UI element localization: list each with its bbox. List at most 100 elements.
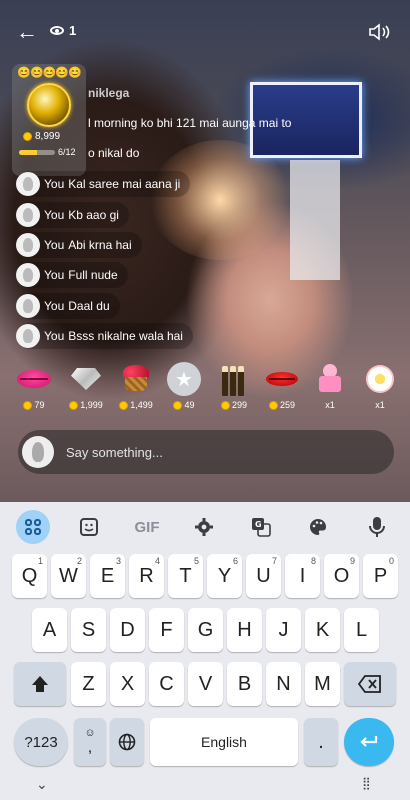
comment-input[interactable]: Say something...: [18, 430, 394, 474]
key-o[interactable]: O9: [324, 554, 359, 598]
gift-diamond[interactable]: 1,999: [64, 362, 108, 418]
coin-icon: [268, 400, 278, 410]
avatar: [22, 436, 54, 468]
gift-level-card[interactable]: 😊😊😊😊😊 8,999 6/12: [12, 64, 86, 176]
shift-key[interactable]: [14, 662, 66, 706]
chat-user: You: [44, 268, 65, 282]
chat-user: You: [44, 329, 65, 343]
key-c[interactable]: C: [149, 662, 184, 706]
chat-text: Kal saree mai aana ji: [68, 177, 181, 191]
back-arrow-icon[interactable]: ←: [16, 21, 38, 43]
key-v[interactable]: V: [188, 662, 223, 706]
chat-text: Bsss nikalne wala hai: [68, 329, 183, 343]
keyboard-toolbar: GIF G: [0, 510, 410, 544]
avatar[interactable]: [16, 203, 40, 227]
gift-price: x1: [375, 400, 385, 410]
chat-text: o nikal do: [88, 146, 140, 160]
key-l[interactable]: L: [344, 608, 379, 652]
gift-price: 1,499: [130, 400, 153, 410]
gear-icon[interactable]: [187, 510, 221, 544]
coin-icon: [119, 400, 129, 410]
avatar[interactable]: [16, 263, 40, 287]
gift-flower[interactable]: x1: [358, 362, 402, 418]
live-stream-video[interactable]: ← 1 😊😊😊😊😊 8,999 6/12 niklega l morning k…: [0, 0, 410, 502]
coin-icon: [173, 400, 183, 410]
key-b[interactable]: B: [227, 662, 262, 706]
avatar[interactable]: [16, 172, 40, 196]
chat-message: o nikal do: [88, 140, 149, 166]
chat-text: Kb aao gi: [68, 208, 119, 222]
flower-gift-icon: [366, 365, 394, 393]
chevron-down-icon[interactable]: ⌄: [36, 776, 48, 793]
key-s[interactable]: S: [71, 608, 106, 652]
avatar[interactable]: [16, 294, 40, 318]
microphone-icon[interactable]: [360, 510, 394, 544]
gif-button[interactable]: GIF: [130, 510, 164, 544]
translate-icon[interactable]: G: [244, 510, 278, 544]
gift-champagne[interactable]: 299: [212, 362, 256, 418]
key-h[interactable]: H: [227, 608, 262, 652]
coin-icon: [220, 400, 230, 410]
grid-menu-icon[interactable]: [16, 510, 50, 544]
chat-message: You Kal saree mai aana ji: [16, 171, 191, 197]
space-bar[interactable]: English: [150, 718, 298, 766]
key-q[interactable]: Q1: [12, 554, 47, 598]
gift-price: 49: [184, 400, 195, 410]
key-w[interactable]: W2: [51, 554, 86, 598]
key-g[interactable]: G: [188, 608, 223, 652]
svg-text:G: G: [255, 520, 262, 529]
key-i[interactable]: I8: [285, 554, 320, 598]
emoji-comma-key[interactable]: ☺ ,: [74, 718, 106, 766]
key-a[interactable]: A: [32, 608, 67, 652]
key-y[interactable]: Y6: [207, 554, 242, 598]
speaker-icon[interactable]: [368, 22, 392, 42]
coin-balance: 8,999: [23, 131, 83, 142]
coin-icon: [69, 400, 79, 410]
backspace-icon: [358, 675, 381, 693]
gift-price: x1: [325, 400, 335, 410]
key-t[interactable]: T5: [168, 554, 203, 598]
gift-red-lips[interactable]: 259: [260, 362, 304, 418]
chat-text: Full nude: [68, 268, 118, 282]
key-r[interactable]: R4: [129, 554, 164, 598]
key-j[interactable]: J: [266, 608, 301, 652]
gift-star[interactable]: ★ 49: [162, 362, 206, 418]
chat-user: You: [44, 177, 65, 191]
palette-icon[interactable]: [301, 510, 335, 544]
key-e[interactable]: E3: [90, 554, 125, 598]
avatar[interactable]: [16, 324, 40, 348]
key-f[interactable]: F: [149, 608, 184, 652]
symbols-key[interactable]: ?123: [14, 718, 68, 766]
gift-price: 79: [34, 400, 45, 410]
key-n[interactable]: N: [266, 662, 301, 706]
key-d[interactable]: D: [110, 608, 145, 652]
enter-key[interactable]: [344, 718, 394, 766]
keyboard: GIF G Q1 W2 E3 R4 T5 Y6 U7 I8 O9 P0 A S …: [0, 502, 410, 800]
chat-user: You: [44, 299, 65, 313]
key-p[interactable]: P0: [363, 554, 398, 598]
avatar[interactable]: [16, 233, 40, 257]
viewer-count: 1: [50, 23, 76, 38]
key-k[interactable]: K: [305, 608, 340, 652]
gift-lips[interactable]: 79: [12, 362, 56, 418]
key-x[interactable]: X: [110, 662, 145, 706]
lips-gift-icon: [17, 370, 51, 388]
backspace-key[interactable]: [344, 662, 396, 706]
keyboard-switch-icon[interactable]: ⣿: [362, 776, 371, 790]
key-m[interactable]: M: [305, 662, 340, 706]
gift-tray: 79 1,999 1,499 ★ 49 299 259 x1 x1: [12, 362, 404, 418]
diamond-gift-icon: [71, 368, 101, 390]
key-z[interactable]: Z: [71, 662, 106, 706]
period-key[interactable]: .: [304, 718, 338, 766]
sticker-icon[interactable]: [72, 510, 106, 544]
comment-placeholder: Say something...: [66, 444, 163, 460]
video-glow: [150, 140, 290, 260]
progress-fill: [19, 149, 37, 155]
gift-rose-basket[interactable]: 1,499: [114, 362, 158, 418]
key-u[interactable]: U7: [246, 554, 281, 598]
chat-text: l morning ko bhi 121 mai aunga mai to: [88, 116, 292, 130]
emoji-row: 😊😊😊😊😊: [17, 67, 81, 79]
gift-cupcake[interactable]: x1: [308, 362, 352, 418]
level-progress: 6/12: [19, 147, 83, 157]
language-key[interactable]: [110, 718, 144, 766]
